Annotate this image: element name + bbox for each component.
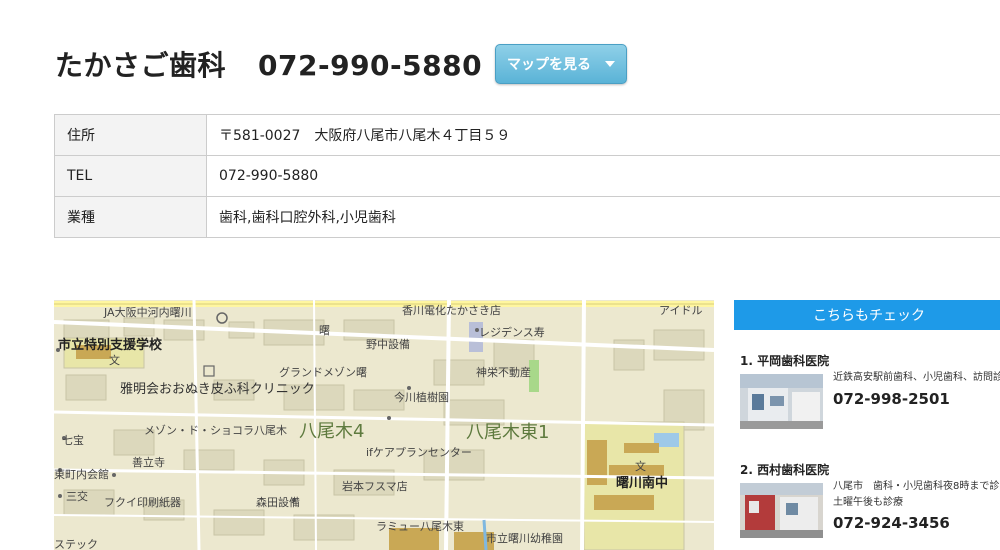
map-label: ステック (54, 538, 98, 550)
chevron-down-icon (605, 61, 615, 67)
recommended-item-desc: 近鉄高安駅前歯科、小児歯科、訪問診 (833, 370, 1000, 386)
clinic-phone: 072-990-5880 (258, 49, 483, 82)
map-label: 八尾木4 (299, 421, 365, 442)
map-label: 雅明会おおぬき皮ふ科クリニック (120, 382, 315, 397)
map-label: フクイ印刷紙器 (104, 496, 181, 509)
map-label: 市立特別支援学校 (58, 338, 163, 353)
map-view-button-label: マップを見る (507, 57, 591, 73)
address-value: 〒581-0027 大阪府八尾市八尾木４丁目５９ (206, 114, 1000, 156)
map-label: 神栄不動産 (476, 366, 531, 379)
map-label: 岩本フスマ店 (342, 480, 408, 493)
map-label: 文 (109, 354, 120, 367)
map-label: メゾン・ド・ショコラ八尾木 (144, 424, 287, 437)
map-label: ラミュー八尾木東 (376, 520, 464, 533)
category-label: 業種 (54, 196, 207, 238)
map-label: 今川植樹園 (394, 391, 449, 404)
clinic-photo[interactable] (740, 374, 823, 429)
clinic-info-table: 住所 〒581-0027 大阪府八尾市八尾木４丁目５９ TEL 072-990-… (54, 114, 1000, 238)
map-label: 三交 (66, 490, 88, 503)
map-label: 八尾木東1 (466, 422, 550, 443)
map-label: 市立曙川幼稚園 (486, 532, 563, 545)
recommended-item-name[interactable]: 1. 平岡歯科医院 (740, 352, 1000, 369)
map-label: 野中設備 (366, 338, 410, 351)
desc-line: 八尾市 歯科・小児歯科夜8時まで診 (833, 481, 1000, 492)
clinic-name: たかさご歯科 (55, 49, 227, 82)
tel-label: TEL (54, 155, 207, 197)
map-label: 東町内会館 (54, 468, 109, 481)
desc-line: 土曜午後も診療 (833, 497, 903, 508)
map-label: 曙 (319, 324, 330, 337)
map-view-button[interactable]: マップを見る (495, 44, 627, 84)
recommended-item-name[interactable]: 2. 西村歯科医院 (740, 461, 1000, 478)
map-label: 善立寺 (132, 456, 165, 469)
table-row: TEL 072-990-5880 (54, 155, 1000, 197)
address-label: 住所 (54, 114, 207, 156)
map-label: レジデンス寿 (479, 326, 545, 339)
map-label: JA大阪中河内曙川 (104, 306, 192, 319)
recommended-item[interactable]: 1. 平岡歯科医院 近鉄高安駅前歯科、小児歯科、訪問診 072-998-2501 (740, 352, 1000, 442)
sidebar-heading: こちらもチェック (734, 300, 1000, 330)
table-row: 業種 歯科,歯科口腔外科,小児歯科 (54, 196, 1000, 238)
map-label: 香川電化たかさき店 (402, 304, 501, 317)
map-label: アイドル (659, 304, 703, 317)
page-header: たかさご歯科 072-990-5880 (55, 42, 482, 86)
recommended-item-tel: 072-998-2501 (833, 390, 950, 408)
recommended-item-desc: 八尾市 歯科・小児歯科夜8時まで診 土曜午後も診療 (833, 479, 999, 511)
table-row: 住所 〒581-0027 大阪府八尾市八尾木４丁目５９ (54, 114, 1000, 156)
recommended-item-tel: 072-924-3456 (833, 514, 950, 532)
desc-line: 近鉄高安駅前歯科、小児歯科、訪問診 (833, 372, 1000, 383)
tel-value: 072-990-5880 (206, 155, 1000, 197)
map-label: 森田設備 (256, 496, 300, 509)
clinic-photo[interactable] (740, 483, 823, 538)
recommended-item[interactable]: 2. 西村歯科医院 八尾市 歯科・小児歯科夜8時まで診 土曜午後も診療 072-… (740, 461, 1000, 550)
map-label: 七宝 (62, 434, 84, 447)
map-view[interactable]: JA大阪中河内曙川 香川電化たかさき店 アイドル 市立特別支援学校 文 レジデン… (54, 300, 714, 550)
map-label: 曙川南中 (616, 476, 669, 491)
category-value: 歯科,歯科口腔外科,小児歯科 (206, 196, 1000, 238)
map-label: ifケアプランセンター (366, 446, 472, 459)
page-title: たかさご歯科 072-990-5880 (55, 44, 482, 84)
